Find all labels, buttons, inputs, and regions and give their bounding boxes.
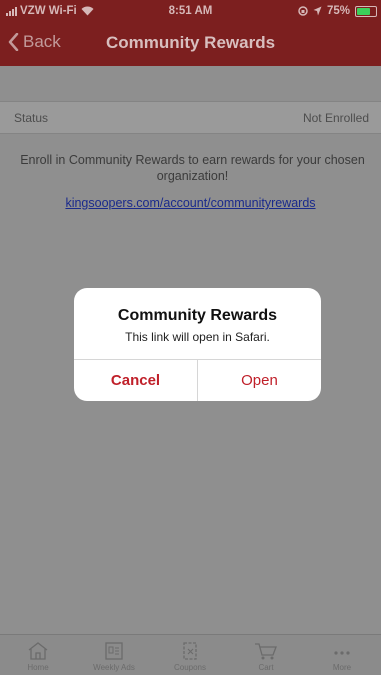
header: VZW Wi-Fi 8:51 AM 75% Back Community Rew…	[0, 0, 381, 66]
more-icon	[334, 651, 350, 655]
app-screen: VZW Wi-Fi 8:51 AM 75% Back Community Rew…	[0, 0, 381, 675]
cart-icon	[255, 643, 277, 660]
community-rewards-link[interactable]: kingsoopers.com/account/communityrewards	[0, 196, 381, 210]
tab-weekly-ads[interactable]: Weekly Ads	[76, 635, 152, 675]
tab-label-weekly-ads: Weekly Ads	[93, 663, 135, 672]
alert-message: This link will open in Safari.	[125, 330, 270, 344]
cancel-button[interactable]: Cancel	[74, 360, 197, 401]
weekly-ads-icon	[105, 642, 123, 660]
status-right: 75%	[298, 5, 377, 17]
location-icon	[313, 6, 322, 16]
battery-icon	[355, 5, 377, 17]
tab-label-more: More	[332, 663, 352, 672]
enroll-info-text: Enroll in Community Rewards to earn rewa…	[20, 153, 365, 183]
tab-label-cart: Cart	[258, 663, 274, 672]
status-value: Not Enrolled	[302, 111, 369, 125]
tab-home[interactable]: Home	[0, 635, 76, 675]
battery-percent: 75%	[326, 5, 350, 17]
tab-cart[interactable]: Cart	[228, 635, 304, 675]
status-label: Status	[14, 111, 49, 125]
tab-label-home: Home	[27, 663, 49, 672]
page-title: Community Rewards	[105, 33, 276, 52]
coupon-icon	[183, 642, 197, 660]
status-row: Status Not Enrolled	[0, 101, 381, 134]
tab-more[interactable]: More	[304, 635, 380, 675]
nav-bar: Back Community Rewards	[0, 22, 381, 66]
lock-rotation-icon	[298, 6, 308, 16]
status-bar: VZW Wi-Fi 8:51 AM 75%	[0, 0, 381, 22]
open-button[interactable]: Open	[198, 360, 321, 401]
home-icon	[28, 642, 48, 660]
alert-title: Community Rewards	[117, 307, 278, 324]
tab-label-coupons: Coupons	[173, 663, 207, 672]
tab-bar: Home Weekly Ads Coupons Cart More	[0, 634, 381, 675]
tab-coupons[interactable]: Coupons	[152, 635, 228, 675]
open-link-alert: Community Rewards This link will open in…	[74, 288, 321, 401]
